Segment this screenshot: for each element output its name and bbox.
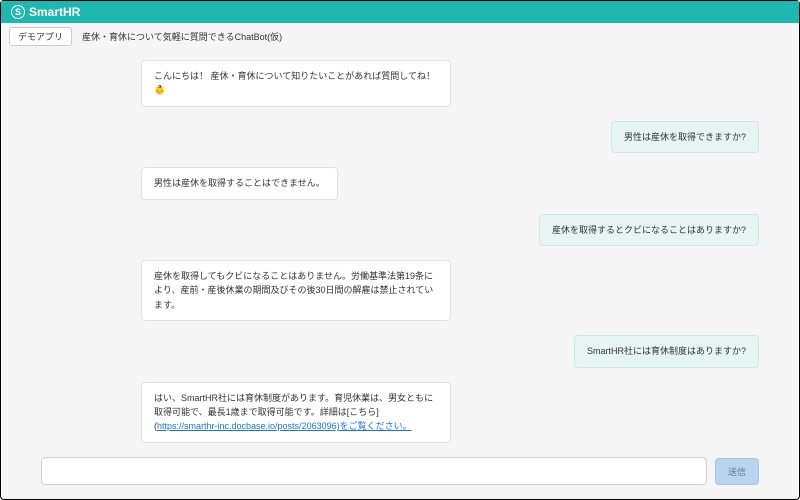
message-row: こんにちは！ 産休・育休について知りたいことがあれば質問してね！👶: [141, 60, 759, 107]
input-bar: 送信: [1, 447, 799, 499]
tab-demo-app[interactable]: デモアプリ: [9, 27, 72, 46]
bot-message: 男性は産休を取得することはできません。: [141, 167, 338, 199]
brand-name: SmartHR: [29, 5, 80, 19]
docbase-link[interactable]: https://smarthr-inc.docbase.io/posts/206…: [157, 421, 412, 431]
brand-logo-icon: S: [11, 5, 25, 19]
user-message: 男性は産休を取得できますか?: [611, 121, 759, 153]
message-row: 産休を取得するとクビになることはありますか?: [141, 214, 759, 246]
message-row: 産休を取得してもクビになることはありません。労働基準法第19条により、産前・産後…: [141, 260, 759, 321]
send-button[interactable]: 送信: [715, 458, 759, 485]
user-message: SmartHR社には育休制度はありますか?: [574, 335, 759, 367]
subheader: デモアプリ 産休・育休について気軽に質問できるChatBot(仮): [1, 23, 799, 50]
app-window: S SmartHR デモアプリ 産休・育休について気軽に質問できるChatBot…: [0, 0, 800, 500]
page-title: 産休・育休について気軽に質問できるChatBot(仮): [82, 30, 282, 43]
bot-message: こんにちは！ 産休・育休について知りたいことがあれば質問してね！👶: [141, 60, 451, 107]
message-input[interactable]: [41, 457, 707, 485]
titlebar: S SmartHR: [1, 1, 799, 23]
message-row: 男性は産休を取得することはできません。: [141, 167, 759, 199]
message-row: SmartHR社には育休制度はありますか?: [141, 335, 759, 367]
user-message: 産休を取得するとクビになることはありますか?: [539, 214, 759, 246]
bot-message: 産休を取得してもクビになることはありません。労働基準法第19条により、産前・産後…: [141, 260, 451, 321]
chat-scroll-area[interactable]: こんにちは！ 産休・育休について知りたいことがあれば質問してね！👶 男性は産休を…: [1, 50, 799, 447]
message-row: はい、SmartHR社には育休制度があります。育児休業は、男女ともに取得可能で、…: [141, 382, 759, 443]
message-row: 男性は産休を取得できますか?: [141, 121, 759, 153]
bot-message: はい、SmartHR社には育休制度があります。育児休業は、男女ともに取得可能で、…: [141, 382, 451, 443]
